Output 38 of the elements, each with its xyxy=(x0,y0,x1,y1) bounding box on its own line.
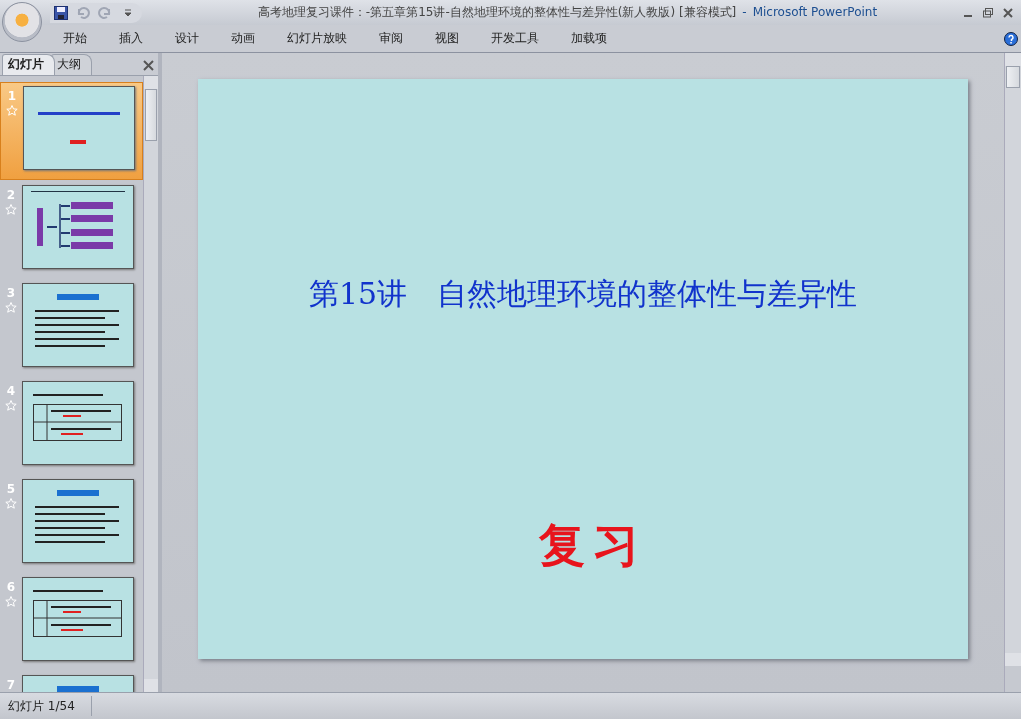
panel-tab[interactable]: 幻灯片 xyxy=(2,54,55,75)
restore-icon[interactable] xyxy=(983,7,993,18)
save-icon[interactable] xyxy=(54,5,68,20)
app-name: Microsoft PowerPoint xyxy=(752,5,878,19)
window-title: 高考地理复习课件：-第五章第15讲-自然地理环境的整体性与差异性(新人教版) [兼容模式] xyxy=(257,5,737,19)
dropdown-icon[interactable] xyxy=(124,8,132,17)
ribbon-tab[interactable]: 开始 xyxy=(47,30,103,47)
slide-subtitle: 复习 xyxy=(539,517,647,574)
star-icon xyxy=(5,400,17,411)
star-icon xyxy=(5,596,17,607)
slide-number: 5 xyxy=(6,482,16,496)
ribbon-tab[interactable]: 加载项 xyxy=(555,30,623,47)
scrollbar[interactable] xyxy=(1004,53,1021,692)
star-icon xyxy=(5,498,17,509)
slide-counter: 幻灯片 1/54 xyxy=(7,697,76,715)
ribbon-tab[interactable]: 审阅 xyxy=(363,30,419,47)
slide-number: 6 xyxy=(6,580,16,594)
slide-number: 7 xyxy=(6,678,16,692)
ribbon-tab[interactable]: 幻灯片放映 xyxy=(271,30,363,47)
slide-number: 1 xyxy=(7,89,17,103)
close-icon[interactable] xyxy=(1003,7,1013,18)
help-icon[interactable] xyxy=(1004,31,1018,46)
ribbon-tab[interactable]: 视图 xyxy=(419,30,475,47)
slide-number: 4 xyxy=(6,384,16,398)
ribbon-tab[interactable]: 动画 xyxy=(215,30,271,47)
title-separator: - xyxy=(742,5,747,19)
star-icon xyxy=(6,105,18,116)
ribbon-tab[interactable]: 插入 xyxy=(103,30,159,47)
star-icon xyxy=(5,204,17,215)
close-icon[interactable] xyxy=(143,60,154,71)
scrollbar[interactable] xyxy=(143,76,158,692)
panel-tab[interactable]: 大纲 xyxy=(51,54,92,75)
ribbon-tab[interactable]: 开发工具 xyxy=(475,30,555,47)
slide-title: 第15讲 自然地理环境的整体性与差异性 xyxy=(308,275,858,313)
slide-number: 3 xyxy=(6,286,16,300)
star-icon xyxy=(5,302,17,313)
slide-number: 2 xyxy=(6,188,16,202)
ribbon-tab[interactable]: 设计 xyxy=(159,30,215,47)
